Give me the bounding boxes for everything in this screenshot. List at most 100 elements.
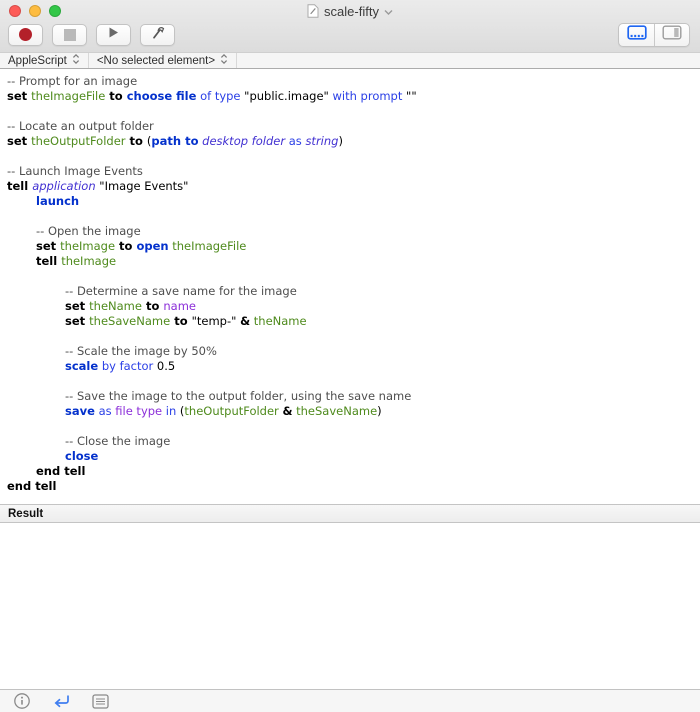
code-line[interactable]: -- Open the image bbox=[0, 224, 700, 239]
code-token: -- Launch Image Events bbox=[7, 164, 143, 178]
script-source-editor[interactable]: -- Prompt for an imageset theImageFile t… bbox=[0, 69, 700, 504]
updown-chevron-icon bbox=[72, 53, 80, 68]
code-line[interactable] bbox=[0, 269, 700, 284]
record-icon bbox=[19, 28, 32, 41]
code-token: "Image Events" bbox=[96, 179, 189, 193]
show-right-pane-toggle[interactable] bbox=[654, 24, 689, 46]
code-line[interactable] bbox=[0, 329, 700, 344]
navigation-bar: AppleScript <No selected element> bbox=[0, 52, 700, 69]
language-popup-label: AppleScript bbox=[8, 55, 67, 67]
info-icon[interactable] bbox=[13, 692, 31, 710]
code-token: theImageFile bbox=[172, 239, 246, 253]
code-token: -- Locate an output folder bbox=[7, 119, 154, 133]
code-token: save bbox=[65, 404, 95, 418]
element-popup[interactable]: <No selected element> bbox=[89, 53, 237, 68]
stop-button[interactable] bbox=[52, 24, 87, 46]
code-token: launch bbox=[36, 194, 79, 208]
code-token: to bbox=[126, 134, 147, 148]
code-token: path to bbox=[151, 134, 198, 148]
code-line[interactable]: -- Locate an output folder bbox=[0, 119, 700, 134]
code-token: end tell bbox=[7, 479, 56, 493]
run-icon bbox=[107, 26, 120, 44]
code-line[interactable]: save as file type in (theOutputFolder & … bbox=[0, 404, 700, 419]
code-line[interactable]: set theImage to open theImageFile bbox=[0, 239, 700, 254]
code-token: set bbox=[65, 314, 89, 328]
code-token: set bbox=[7, 89, 31, 103]
code-line[interactable]: launch bbox=[0, 194, 700, 209]
return-icon[interactable] bbox=[52, 694, 71, 709]
element-popup-label: <No selected element> bbox=[97, 55, 215, 67]
code-line[interactable]: end tell bbox=[0, 464, 700, 479]
code-token: file type bbox=[115, 404, 162, 418]
show-bottom-pane-toggle[interactable] bbox=[619, 24, 654, 46]
code-token: as bbox=[99, 404, 112, 418]
run-button[interactable] bbox=[96, 24, 131, 46]
code-line[interactable]: -- Close the image bbox=[0, 434, 700, 449]
code-token: with prompt bbox=[332, 89, 402, 103]
code-token: & bbox=[240, 314, 250, 328]
code-line[interactable]: set theOutputFolder to (path to desktop … bbox=[0, 134, 700, 149]
compile-hammer-icon bbox=[149, 23, 167, 46]
code-token: -- Determine a save name for the image bbox=[65, 284, 297, 298]
code-token: theOutputFolder bbox=[31, 134, 125, 148]
code-line[interactable]: -- Prompt for an image bbox=[0, 74, 700, 89]
code-token: ) bbox=[338, 134, 343, 148]
document-proxy-icon[interactable] bbox=[307, 4, 319, 18]
zoom-button[interactable] bbox=[49, 5, 61, 17]
code-token: theSaveName bbox=[89, 314, 170, 328]
code-token: to bbox=[115, 239, 136, 253]
code-token: ) bbox=[377, 404, 382, 418]
code-line[interactable]: end tell bbox=[0, 479, 700, 494]
code-line[interactable] bbox=[0, 209, 700, 224]
code-token: application bbox=[32, 179, 95, 193]
code-line[interactable] bbox=[0, 104, 700, 119]
code-token: to bbox=[105, 89, 126, 103]
code-line[interactable]: -- Determine a save name for the image bbox=[0, 284, 700, 299]
close-button[interactable] bbox=[9, 5, 21, 17]
code-token: theImage bbox=[60, 239, 115, 253]
code-line[interactable]: close bbox=[0, 449, 700, 464]
code-token: in bbox=[166, 404, 176, 418]
code-line[interactable]: tell application "Image Events" bbox=[0, 179, 700, 194]
code-line[interactable] bbox=[0, 374, 700, 389]
code-token: end tell bbox=[36, 464, 85, 478]
code-token: & bbox=[282, 404, 292, 418]
language-popup[interactable]: AppleScript bbox=[0, 53, 89, 68]
code-line[interactable]: set theName to name bbox=[0, 299, 700, 314]
code-token: theImageFile bbox=[31, 89, 105, 103]
result-pane-header: Result bbox=[0, 504, 700, 523]
code-token: -- Close the image bbox=[65, 434, 170, 448]
code-token: "temp-" bbox=[192, 314, 240, 328]
code-line[interactable]: -- Scale the image by 50% bbox=[0, 344, 700, 359]
window-title: scale-fifty bbox=[324, 4, 379, 19]
code-token: theOutputFolder bbox=[184, 404, 278, 418]
toolbar bbox=[0, 22, 700, 52]
code-token: close bbox=[65, 449, 98, 463]
code-line[interactable] bbox=[0, 419, 700, 434]
code-line[interactable]: -- Save the image to the output folder, … bbox=[0, 389, 700, 404]
window-chrome: scale-fifty bbox=[0, 0, 700, 52]
title-chevron-icon[interactable] bbox=[384, 4, 393, 19]
result-pane-title: Result bbox=[8, 508, 43, 520]
code-line[interactable]: scale by factor 0.5 bbox=[0, 359, 700, 374]
code-token: set bbox=[65, 299, 89, 313]
code-line[interactable]: set theImageFile to choose file of type … bbox=[0, 89, 700, 104]
record-button[interactable] bbox=[8, 24, 43, 46]
compile-button[interactable] bbox=[140, 24, 175, 46]
code-token: -- Scale the image by 50% bbox=[65, 344, 217, 358]
code-line[interactable] bbox=[0, 149, 700, 164]
minimize-button[interactable] bbox=[29, 5, 41, 17]
code-line[interactable]: set theSaveName to "temp-" & theName bbox=[0, 314, 700, 329]
code-token: theName bbox=[254, 314, 307, 328]
code-token: choose file bbox=[127, 89, 197, 103]
code-token: by factor bbox=[102, 359, 153, 373]
code-token: to bbox=[170, 314, 191, 328]
code-token: -- Prompt for an image bbox=[7, 74, 137, 88]
code-line[interactable]: -- Launch Image Events bbox=[0, 164, 700, 179]
right-pane-icon bbox=[662, 25, 682, 45]
code-token: scale bbox=[65, 359, 98, 373]
result-pane-content[interactable] bbox=[0, 523, 700, 689]
code-token: of type bbox=[200, 89, 240, 103]
code-line[interactable]: tell theImage bbox=[0, 254, 700, 269]
log-icon[interactable] bbox=[92, 694, 109, 709]
